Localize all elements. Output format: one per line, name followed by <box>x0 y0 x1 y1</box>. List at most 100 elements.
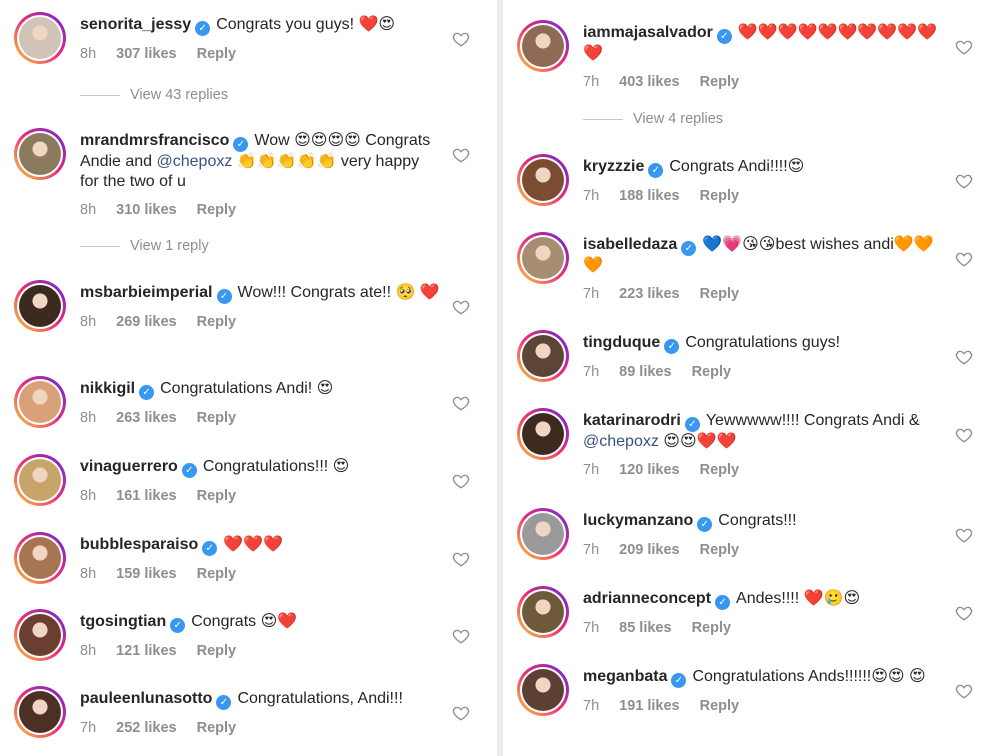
likes-count[interactable]: 89 likes <box>619 364 671 380</box>
avatar-ring <box>520 411 566 457</box>
comment-username[interactable]: isabelledaza <box>583 236 677 253</box>
reply-button[interactable]: Reply <box>692 620 732 636</box>
likes-count[interactable]: 120 likes <box>619 462 679 478</box>
reply-button[interactable]: Reply <box>197 488 237 504</box>
comment-meta: 8h 307 likes Reply <box>80 44 440 64</box>
comment-username[interactable]: mrandmrsfrancisco <box>80 132 229 149</box>
reply-button[interactable]: Reply <box>700 698 740 714</box>
comment-username[interactable]: luckymanzano <box>583 512 693 529</box>
likes-count[interactable]: 161 likes <box>116 488 176 504</box>
avatar[interactable] <box>517 232 569 284</box>
view-replies-button[interactable]: View 43 replies <box>80 87 228 103</box>
comment-username[interactable]: nikkigil <box>80 380 135 397</box>
reply-button[interactable]: Reply <box>197 566 237 582</box>
comment-username[interactable]: katarinarodri <box>583 412 681 429</box>
comment-username[interactable]: senorita_jessy <box>80 16 191 33</box>
like-heart-icon[interactable] <box>955 604 973 622</box>
like-heart-icon[interactable] <box>452 394 470 412</box>
avatar[interactable] <box>14 280 66 332</box>
likes-count[interactable]: 310 likes <box>116 202 176 218</box>
likes-count[interactable]: 307 likes <box>116 46 176 62</box>
view-replies-button[interactable]: View 1 reply <box>80 238 209 254</box>
comment-text-line: vinaguerrero ✓ Congratulations!!! 😍 <box>80 457 440 478</box>
likes-count[interactable]: 403 likes <box>619 74 679 90</box>
avatar[interactable] <box>14 376 66 428</box>
comment-username[interactable]: adrianneconcept <box>583 590 711 607</box>
like-heart-icon[interactable] <box>955 38 973 56</box>
avatar[interactable] <box>517 664 569 716</box>
comment-body: isabelledaza ✓ 💙💗😘😘best wishes andi🧡🧡🧡 7h 22… <box>583 235 943 304</box>
like-heart-icon[interactable] <box>452 550 470 568</box>
like-heart-icon[interactable] <box>955 172 973 190</box>
comment-body: msbarbieimperial ✓ Wow!!! Congrats ate!! 🥺… <box>80 283 440 332</box>
like-heart-icon[interactable] <box>452 472 470 490</box>
like-heart-icon[interactable] <box>452 704 470 722</box>
comment-username[interactable]: msbarbieimperial <box>80 284 213 301</box>
likes-count[interactable]: 121 likes <box>116 643 176 659</box>
avatar[interactable] <box>14 12 66 64</box>
comment-meta: 7h 403 likes Reply <box>583 72 943 92</box>
reply-button[interactable]: Reply <box>700 286 740 302</box>
avatar[interactable] <box>14 454 66 506</box>
reply-button[interactable]: Reply <box>700 74 740 90</box>
comment-text: Congrats Andi!!!!😍 <box>669 158 805 175</box>
like-heart-icon[interactable] <box>452 146 470 164</box>
comment-username[interactable]: iammajasalvador <box>583 24 713 41</box>
like-heart-icon[interactable] <box>452 627 470 645</box>
like-heart-icon[interactable] <box>955 526 973 544</box>
avatar[interactable] <box>14 686 66 738</box>
like-heart-icon[interactable] <box>955 682 973 700</box>
likes-count[interactable]: 252 likes <box>116 720 176 736</box>
likes-count[interactable]: 263 likes <box>116 410 176 426</box>
reply-button[interactable]: Reply <box>197 720 237 736</box>
reply-button[interactable]: Reply <box>700 542 740 558</box>
right-column: iammajasalvador ✓ ❤️❤️❤️❤️❤️❤️❤️❤️❤️❤️❤️ 7h… <box>503 0 1000 756</box>
mention-link[interactable]: @chepoxz <box>583 433 659 450</box>
comment-username[interactable]: pauleenlunasotto <box>80 690 212 707</box>
reply-button[interactable]: Reply <box>197 410 237 426</box>
mention-link[interactable]: @chepoxz <box>157 153 233 170</box>
avatar[interactable] <box>517 586 569 638</box>
likes-count[interactable]: 188 likes <box>619 188 679 204</box>
reply-button[interactable]: Reply <box>692 364 732 380</box>
comment-username[interactable]: vinaguerrero <box>80 458 178 475</box>
comment-text-continued: 😍😍❤️❤️ <box>663 433 737 450</box>
avatar[interactable] <box>14 532 66 584</box>
avatar[interactable] <box>517 20 569 72</box>
comment-body: katarinarodri ✓ Yewwwww!!!! Congrats Andi … <box>583 411 943 480</box>
reply-button[interactable]: Reply <box>197 314 237 330</box>
avatar[interactable] <box>14 609 66 661</box>
likes-count[interactable]: 269 likes <box>116 314 176 330</box>
avatar-ring <box>17 689 63 735</box>
avatar[interactable] <box>14 128 66 180</box>
likes-count[interactable]: 191 likes <box>619 698 679 714</box>
likes-count[interactable]: 159 likes <box>116 566 176 582</box>
likes-count[interactable]: 85 likes <box>619 620 671 636</box>
reply-button[interactable]: Reply <box>197 46 237 62</box>
comment-username[interactable]: bubblesparaiso <box>80 536 198 553</box>
comment-username[interactable]: meganbata <box>583 668 667 685</box>
reply-button[interactable]: Reply <box>700 462 740 478</box>
view-replies-button[interactable]: View 4 replies <box>583 111 723 127</box>
comment-username[interactable]: tingduque <box>583 334 660 351</box>
comment-timestamp: 7h <box>583 698 600 714</box>
avatar[interactable] <box>517 154 569 206</box>
comment-username[interactable]: kryzzzie <box>583 158 644 175</box>
reply-button[interactable]: Reply <box>197 202 237 218</box>
likes-count[interactable]: 209 likes <box>619 542 679 558</box>
reply-button[interactable]: Reply <box>700 188 740 204</box>
verified-badge-icon: ✓ <box>716 29 732 44</box>
like-heart-icon[interactable] <box>955 250 973 268</box>
avatar[interactable] <box>517 330 569 382</box>
like-heart-icon[interactable] <box>452 298 470 316</box>
replies-line <box>80 245 120 247</box>
like-heart-icon[interactable] <box>955 426 973 444</box>
reply-button[interactable]: Reply <box>197 643 237 659</box>
comment-username[interactable]: tgosingtian <box>80 613 166 630</box>
avatar[interactable] <box>517 508 569 560</box>
like-heart-icon[interactable] <box>452 30 470 48</box>
avatar[interactable] <box>517 408 569 460</box>
comment-meta: 7h 120 likes Reply <box>583 460 943 480</box>
likes-count[interactable]: 223 likes <box>619 286 679 302</box>
like-heart-icon[interactable] <box>955 348 973 366</box>
